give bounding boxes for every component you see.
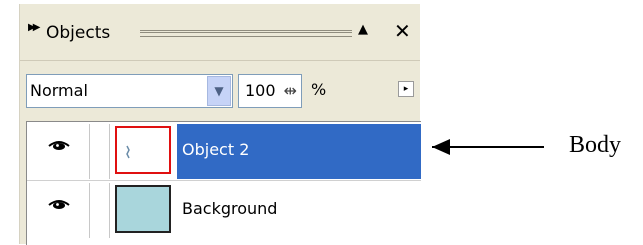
eye-icon[interactable]: [48, 199, 70, 210]
eye-icon[interactable]: [48, 140, 70, 151]
object-thumbnail: [115, 126, 171, 174]
column-divider: [89, 124, 90, 179]
background-thumbnail: [115, 185, 171, 233]
opacity-value: 100: [245, 81, 276, 100]
chevron-down-icon[interactable]: ▼: [207, 76, 231, 106]
close-icon[interactable]: ✕: [394, 19, 411, 43]
column-divider: [109, 124, 110, 179]
object-row[interactable]: Object 2: [27, 124, 421, 179]
object-row[interactable]: Background: [27, 183, 421, 238]
callout-label: Body: [569, 132, 622, 158]
flyout-arrow-icon[interactable]: ▸: [398, 81, 414, 97]
column-divider: [89, 183, 90, 238]
blend-mode-value: Normal: [30, 81, 88, 100]
opacity-field[interactable]: 100 ⇹: [238, 74, 302, 108]
callout-arrow-line: [432, 146, 544, 148]
object-name: Background: [182, 199, 278, 218]
object-list: Object 2 Background: [26, 121, 421, 245]
opacity-unit: %: [311, 80, 327, 99]
spinner-icon[interactable]: ⇹: [284, 81, 297, 100]
column-divider: [109, 183, 110, 238]
blend-mode-select[interactable]: Normal ▼: [26, 74, 233, 108]
objects-panel: ▶▶ Objects ▲ ✕ Normal ▼ 100 ⇹ % ▸ Object…: [19, 4, 421, 245]
panel-titlebar[interactable]: ▶▶ Objects ▲ ✕: [20, 10, 420, 58]
panel-title: Objects: [46, 23, 111, 43]
object-name: Object 2: [182, 140, 250, 159]
triangle-up-icon[interactable]: ▲: [358, 22, 368, 37]
titlebar-divider: [20, 60, 420, 61]
drag-grip[interactable]: [140, 30, 352, 37]
double-right-arrow-icon[interactable]: ▶▶: [28, 22, 41, 33]
row-divider: [27, 180, 421, 181]
